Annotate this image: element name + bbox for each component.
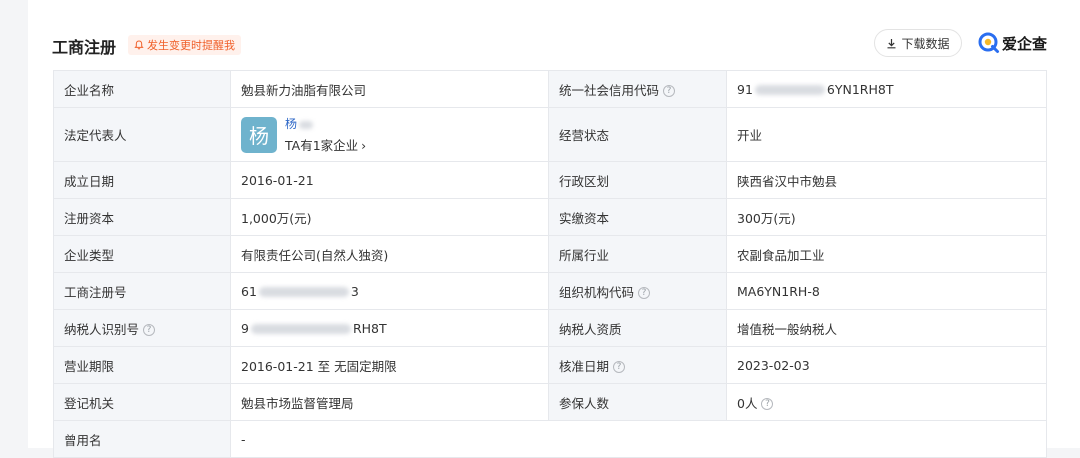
question-circle-icon[interactable]: ?	[143, 324, 156, 336]
question-circle-icon[interactable]: ?	[613, 361, 626, 373]
table-row: 营业期限 2016-01-21 至 无固定期限 核准日期? 2023-02-03	[53, 346, 1047, 384]
table-row: 纳税人识别号? 9 RH8T 纳税人资质 增值税一般纳税人	[53, 309, 1047, 347]
company-type-label: 企业类型	[53, 235, 231, 273]
org-code-label: 组织机构代码?	[548, 272, 727, 310]
credit-code-suffix: 6YN1RH8T	[826, 81, 894, 97]
registration-number-value: 61 3	[230, 272, 549, 310]
table-row: 曾用名 -	[53, 420, 1047, 458]
masked-text	[754, 85, 825, 95]
org-code-value: MA6YN1RH-8	[726, 272, 1047, 310]
table-row: 工商注册号 61 3 组织机构代码? MA6YN1RH-8	[53, 272, 1047, 310]
business-term-value: 2016-01-21 至 无固定期限	[230, 346, 549, 384]
registered-capital-value: 1,000万(元)	[230, 198, 549, 236]
insured-count-value: 0人?	[726, 383, 1047, 421]
registered-capital-label: 注册资本	[53, 198, 231, 236]
taxpayer-id-label: 纳税人识别号?	[53, 309, 231, 347]
company-type-value: 有限责任公司(自然人独资)	[230, 235, 549, 273]
taxpayer-id-value: 9 RH8T	[230, 309, 549, 347]
change-reminder-button[interactable]: 发生变更时提醒我	[128, 35, 241, 55]
registration-number-prefix: 61	[241, 283, 257, 299]
taxpayer-qualification-value: 增值税一般纳税人	[726, 309, 1047, 347]
taxpayer-id-label-text: 纳税人识别号	[64, 321, 140, 337]
legal-rep-value: 杨 杨 TA有1家企业 ›	[230, 107, 549, 162]
table-row: 法定代表人 杨 杨 TA有1家企业 › 经营状态 开业	[53, 107, 1047, 162]
company-name-value: 勉县新力油脂有限公司	[230, 70, 549, 108]
admin-region-label: 行政区划	[548, 161, 727, 199]
brand-name: 爱企查	[1002, 34, 1048, 53]
change-reminder-label: 发生变更时提醒我	[147, 39, 235, 52]
registration-authority-label: 登记机关	[53, 383, 231, 421]
table-row: 注册资本 1,000万(元) 实缴资本 300万(元)	[53, 198, 1047, 236]
aiqicha-brand[interactable]: 爱企查	[978, 31, 1047, 55]
industry-label: 所属行业	[548, 235, 727, 273]
table-row: 成立日期 2016-01-21 行政区划 陕西省汉中市勉县	[53, 161, 1047, 199]
operating-status-value: 开业	[726, 107, 1047, 162]
table-row: 登记机关 勉县市场监督管理局 参保人数 0人?	[53, 383, 1047, 421]
approval-date-value: 2023-02-03	[726, 346, 1047, 384]
insured-count-text: 0人	[737, 395, 758, 411]
former-name-label: 曾用名	[53, 420, 231, 458]
masked-text	[299, 120, 314, 129]
registration-info-table: 企业名称 勉县新力油脂有限公司 统一社会信用代码? 91 6YN1RH8T 法定代…	[53, 70, 1047, 458]
legal-rep-label: 法定代表人	[53, 107, 231, 162]
org-code-label-text: 组织机构代码	[559, 284, 635, 300]
table-row: 企业名称 勉县新力油脂有限公司 统一社会信用代码? 91 6YN1RH8T	[53, 70, 1047, 108]
credit-code-label: 统一社会信用代码?	[548, 70, 727, 108]
approval-date-label-text: 核准日期	[559, 358, 610, 374]
operating-status-label: 经营状态	[548, 107, 727, 162]
company-name-label: 企业名称	[53, 70, 231, 108]
aiqicha-logo	[978, 32, 999, 53]
section-header: 工商注册 发生变更时提醒我 下载数据 爱企查	[28, 0, 1080, 70]
former-name-value: -	[230, 420, 1047, 458]
bell-icon	[134, 40, 144, 50]
masked-text	[258, 287, 349, 297]
founding-date-value: 2016-01-21	[230, 161, 549, 199]
avatar[interactable]: 杨	[241, 116, 277, 153]
masked-text	[250, 324, 351, 334]
download-data-button[interactable]: 下载数据	[874, 29, 962, 57]
founding-date-label: 成立日期	[53, 161, 231, 199]
insured-count-label: 参保人数	[548, 383, 727, 421]
credit-code-value: 91 6YN1RH8T	[726, 70, 1047, 108]
registration-number-suffix: 3	[350, 283, 359, 299]
legal-rep-name[interactable]: 杨	[285, 115, 366, 132]
download-data-label: 下载数据	[901, 36, 950, 51]
industry-value: 农副食品加工业	[726, 235, 1047, 273]
registration-authority-value: 勉县市场监督管理局	[230, 383, 549, 421]
business-registration-card: 工商注册 发生变更时提醒我 下载数据 爱企查 企业名称 勉县新力油脂有限公司 统…	[28, 0, 1080, 458]
table-row: 企业类型 有限责任公司(自然人独资) 所属行业 农副食品加工业	[53, 235, 1047, 273]
section-title: 工商注册	[52, 38, 117, 57]
credit-code-label-text: 统一社会信用代码	[559, 82, 660, 98]
question-circle-icon[interactable]: ?	[663, 85, 676, 97]
credit-code-prefix: 91	[737, 81, 753, 97]
taxpayer-id-suffix: RH8T	[352, 320, 387, 336]
taxpayer-qualification-label: 纳税人资质	[548, 309, 727, 347]
approval-date-label: 核准日期?	[548, 346, 727, 384]
download-icon	[887, 38, 896, 48]
question-circle-icon[interactable]: ?	[761, 398, 774, 410]
legal-rep-companies-link[interactable]: TA有1家企业 ›	[285, 135, 366, 154]
paid-in-capital-value: 300万(元)	[726, 198, 1047, 236]
business-term-label: 营业期限	[53, 346, 231, 384]
paid-in-capital-label: 实缴资本	[548, 198, 727, 236]
question-circle-icon[interactable]: ?	[638, 287, 651, 299]
admin-region-value: 陕西省汉中市勉县	[726, 161, 1047, 199]
chevron-right-icon: ›	[361, 138, 367, 153]
taxpayer-id-prefix: 9	[241, 320, 249, 336]
registration-number-label: 工商注册号	[53, 272, 231, 310]
